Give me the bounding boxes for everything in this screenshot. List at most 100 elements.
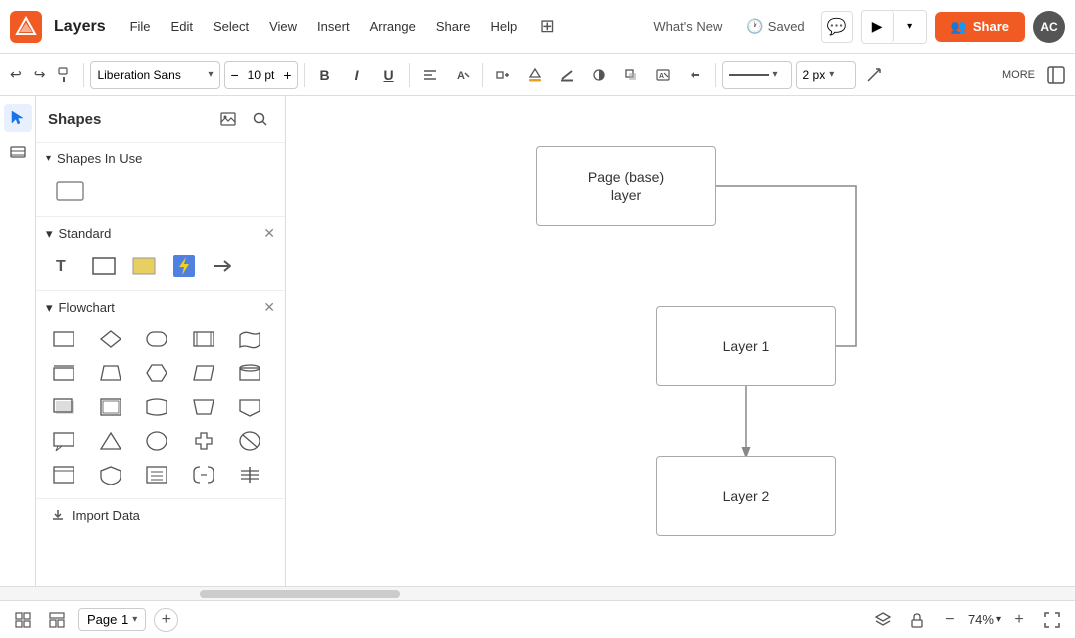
app-title: Layers xyxy=(54,18,106,36)
grid-view-icon[interactable] xyxy=(10,607,36,633)
canvas[interactable]: Page (base)layer Layer 1 Layer 2 xyxy=(286,96,1075,586)
fc-shadow-rect[interactable] xyxy=(46,392,80,422)
insert-shape-button[interactable] xyxy=(489,61,517,89)
fc-parallelogram[interactable] xyxy=(186,358,220,388)
fc-diamond[interactable] xyxy=(93,324,127,354)
fc-tape[interactable] xyxy=(232,324,266,354)
fc-rect[interactable] xyxy=(46,324,80,354)
shape-layer1[interactable]: Layer 1 xyxy=(656,306,836,386)
format-paint-button[interactable] xyxy=(53,63,77,87)
align-left-button[interactable] xyxy=(416,61,444,89)
line-style-selector[interactable]: ▾ xyxy=(722,61,792,89)
flowchart-header-left[interactable]: ▾ Flowchart xyxy=(46,300,115,316)
present-dropdown[interactable]: ▾ xyxy=(894,11,926,43)
present-icon[interactable]: ▶ xyxy=(862,11,894,43)
fc-double-rect[interactable] xyxy=(186,324,220,354)
sidebar-search-icon[interactable] xyxy=(247,106,273,132)
fc-rect2[interactable] xyxy=(46,358,80,388)
shape-page-base[interactable]: Page (base)layer xyxy=(536,146,716,226)
menu-select[interactable]: Select xyxy=(207,15,255,38)
more-button[interactable]: MORE xyxy=(998,65,1039,85)
app-logo[interactable] xyxy=(10,11,42,43)
layers-icon[interactable] xyxy=(4,138,32,166)
import-data-button[interactable]: Import Data xyxy=(36,498,285,531)
fc-align[interactable] xyxy=(232,460,266,490)
fc-rect3[interactable] xyxy=(46,460,80,490)
text-format-button[interactable]: A xyxy=(448,61,476,89)
fc-list[interactable] xyxy=(139,460,173,490)
zoom-level[interactable]: 74% ▾ xyxy=(968,612,1001,627)
fill-color-icon xyxy=(527,67,543,83)
opacity-button[interactable] xyxy=(585,61,613,89)
std-shape-arrow[interactable] xyxy=(206,250,242,282)
whats-new-button[interactable]: What's New xyxy=(645,15,730,38)
comment-icon[interactable]: 💬 xyxy=(821,11,853,43)
shape-layer2[interactable]: Layer 2 xyxy=(656,456,836,536)
add-page-button[interactable]: + xyxy=(154,608,178,632)
std-shape-rect[interactable] xyxy=(86,250,122,282)
scrollbar-thumb[interactable] xyxy=(200,590,400,598)
layers-bottom-icon[interactable] xyxy=(870,607,896,633)
standard-header-left[interactable]: ▾ Standard xyxy=(46,226,111,242)
std-shape-colored-rect[interactable] xyxy=(126,250,162,282)
fc-double-border[interactable] xyxy=(93,392,127,422)
lock-bottom-icon[interactable] xyxy=(904,607,930,633)
font-selector[interactable]: Liberation Sans ▾ xyxy=(90,61,220,89)
shape-item-rect[interactable] xyxy=(50,174,90,208)
fc-circle[interactable] xyxy=(139,426,173,456)
std-shape-text[interactable]: T xyxy=(46,250,82,282)
font-size-increase[interactable]: + xyxy=(278,62,296,88)
line-color-button[interactable] xyxy=(553,61,581,89)
waypoint-button[interactable] xyxy=(860,61,888,89)
menu-view[interactable]: View xyxy=(263,15,303,38)
top-bar: Layers File Edit Select View Insert Arra… xyxy=(0,0,1075,54)
redo-button[interactable]: ↪ xyxy=(30,62,50,87)
fill-color-button[interactable] xyxy=(521,61,549,89)
fc-trapezoid[interactable] xyxy=(93,358,127,388)
zoom-out-button[interactable]: − xyxy=(938,608,962,632)
menu-insert[interactable]: Insert xyxy=(311,15,356,38)
fc-trapezoid-inv[interactable] xyxy=(186,392,220,422)
extra-button[interactable] xyxy=(681,61,709,89)
shapes-in-use-header[interactable]: ▾ Shapes In Use xyxy=(46,151,275,166)
italic-button[interactable]: I xyxy=(343,61,371,89)
menu-edit[interactable]: Edit xyxy=(165,15,199,38)
sidebar-toggle-button[interactable] xyxy=(1043,62,1069,88)
sidebar-image-icon[interactable] xyxy=(215,106,241,132)
fit-page-button[interactable] xyxy=(1039,607,1065,633)
fc-hexagon[interactable] xyxy=(139,358,173,388)
fc-rounded[interactable] xyxy=(139,324,173,354)
fc-triangle[interactable] xyxy=(93,426,127,456)
fc-horiz-curved[interactable] xyxy=(139,392,173,422)
menu-arrange[interactable]: Arrange xyxy=(364,15,422,38)
line-size-selector[interactable]: 2 px ▾ xyxy=(796,61,856,89)
tile-view-icon[interactable] xyxy=(44,607,70,633)
saved-button[interactable]: 🕐 Saved xyxy=(738,14,812,39)
zoom-in-button[interactable]: + xyxy=(1007,608,1031,632)
share-button[interactable]: 👥 Share xyxy=(935,12,1025,42)
page-tab[interactable]: Page 1 ▾ xyxy=(78,608,146,631)
menu-share[interactable]: Share xyxy=(430,15,477,38)
flowchart-close-button[interactable]: ✕ xyxy=(263,299,275,316)
std-shape-lightning[interactable] xyxy=(166,250,202,282)
text-edit-button[interactable]: A xyxy=(649,61,677,89)
undo-button[interactable]: ↩ xyxy=(6,62,26,87)
horizontal-scrollbar[interactable] xyxy=(0,586,1075,600)
underline-button[interactable]: U xyxy=(375,61,403,89)
standard-close-button[interactable]: ✕ xyxy=(263,225,275,242)
user-avatar[interactable]: AC xyxy=(1033,11,1065,43)
fc-json[interactable] xyxy=(186,460,220,490)
fc-cylinder[interactable] xyxy=(232,358,266,388)
fc-prohibition[interactable] xyxy=(232,426,266,456)
extras-icon[interactable]: ⊞ xyxy=(531,11,563,43)
fc-callout[interactable] xyxy=(46,426,80,456)
shapes-icon[interactable] xyxy=(4,104,32,132)
bold-button[interactable]: B xyxy=(311,61,339,89)
fc-cross[interactable] xyxy=(186,426,220,456)
fc-pentagon[interactable] xyxy=(232,392,266,422)
shadow-button[interactable] xyxy=(617,61,645,89)
font-size-decrease[interactable]: − xyxy=(225,62,243,88)
menu-help[interactable]: Help xyxy=(485,15,524,38)
fc-shield[interactable] xyxy=(93,460,127,490)
menu-file[interactable]: File xyxy=(124,15,157,38)
